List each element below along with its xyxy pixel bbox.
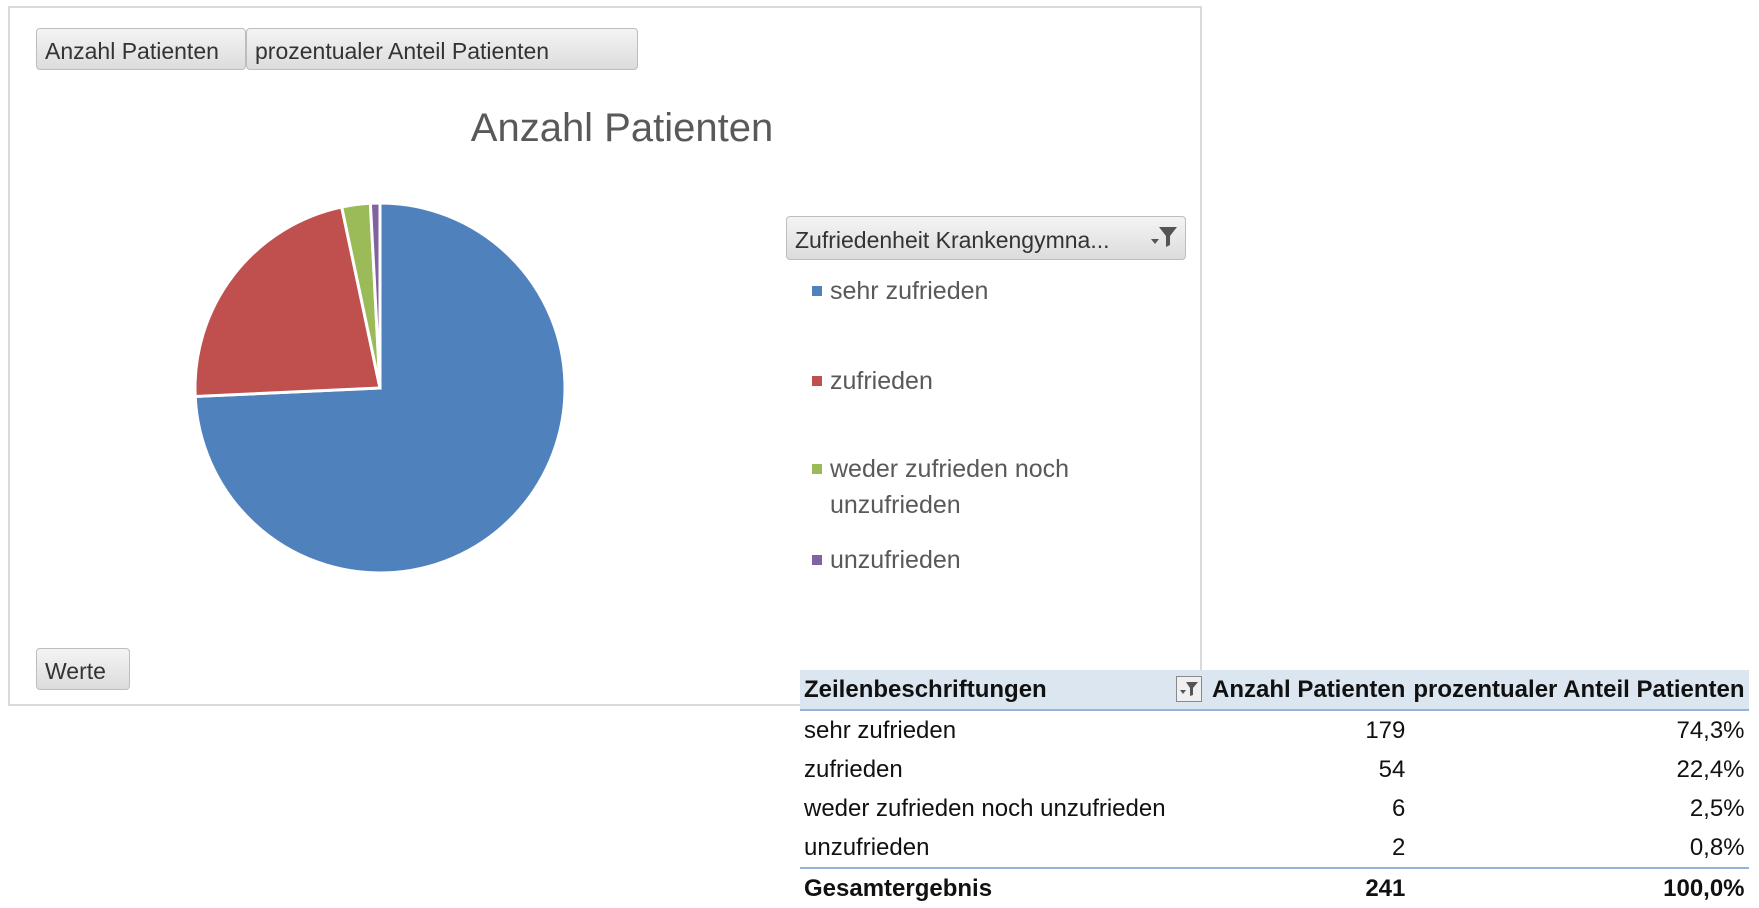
legend-item-weder: weder zufrieden noch unzufrieden bbox=[812, 451, 1120, 523]
row-label: weder zufrieden noch unzufrieden bbox=[804, 794, 1166, 822]
filter-icon bbox=[1180, 682, 1198, 696]
pivot-table: Zeilenbeschriftungen Anzahl Patienten pr… bbox=[800, 670, 1749, 908]
row-count: 179 bbox=[1365, 716, 1406, 744]
legend-field-label: Zufriedenheit Krankengymna... bbox=[795, 227, 1110, 253]
chart-title: Anzahl Patienten bbox=[470, 106, 774, 150]
pivot-chart-area: Anzahl Patienten prozentualer Anteil Pat… bbox=[8, 6, 1202, 706]
filter-icon[interactable] bbox=[1149, 223, 1179, 253]
header-percent: prozentualer Anteil Patienten bbox=[1409, 670, 1749, 711]
legend-swatch bbox=[812, 286, 822, 296]
legend-label: sehr zufrieden bbox=[830, 277, 989, 305]
row-percent: 0,8% bbox=[1689, 833, 1745, 861]
legend-field-button[interactable]: Zufriedenheit Krankengymna... bbox=[786, 216, 1186, 260]
row-count: 54 bbox=[1378, 755, 1406, 783]
legend-label: weder zufrieden noch unzufrieden bbox=[830, 455, 1070, 519]
total-row: Gesamtergebnis 241 100,0% bbox=[800, 867, 1749, 908]
row-filter-button[interactable] bbox=[1176, 676, 1202, 702]
values-button[interactable]: Werte bbox=[36, 648, 130, 690]
total-percent: 100,0% bbox=[1409, 867, 1749, 908]
legend-swatch bbox=[812, 464, 822, 474]
table-row: weder zufrieden noch unzufrieden 6 2,5% bbox=[800, 789, 1749, 828]
header-label: Zeilenbeschriftungen bbox=[804, 675, 1047, 703]
legend-swatch bbox=[812, 555, 822, 565]
legend-label: unzufrieden bbox=[830, 546, 961, 574]
row-count: 2 bbox=[1392, 833, 1406, 861]
row-label: zufrieden bbox=[804, 755, 903, 783]
legend-item-unzufrieden: unzufrieden bbox=[812, 542, 1130, 578]
table-row: unzufrieden 2 0,8% bbox=[800, 828, 1749, 868]
header-count: Anzahl Patienten bbox=[1208, 670, 1410, 711]
row-percent: 74,3% bbox=[1676, 716, 1745, 744]
row-label: sehr zufrieden bbox=[804, 716, 957, 744]
table-row: zufrieden 54 22,4% bbox=[800, 750, 1749, 789]
total-count: 241 bbox=[1208, 867, 1410, 908]
field-button-percent[interactable]: prozentualer Anteil Patienten bbox=[246, 28, 638, 70]
field-button-count[interactable]: Anzahl Patienten bbox=[36, 28, 246, 70]
row-count: 6 bbox=[1392, 794, 1406, 822]
legend-swatch bbox=[812, 376, 822, 386]
row-label: unzufrieden bbox=[804, 833, 930, 861]
pie-chart bbox=[193, 201, 567, 575]
legend-label: zufrieden bbox=[830, 367, 933, 395]
header-row-labels: Zeilenbeschriftungen bbox=[800, 670, 1208, 711]
legend-item-zufrieden: zufrieden bbox=[812, 363, 1130, 399]
legend-item-sehr-zufrieden: sehr zufrieden bbox=[812, 273, 1130, 309]
row-percent: 22,4% bbox=[1676, 755, 1745, 783]
row-percent: 2,5% bbox=[1689, 794, 1745, 822]
total-label: Gesamtergebnis bbox=[800, 867, 1208, 908]
table-row: sehr zufrieden 179 74,3% bbox=[800, 710, 1749, 750]
